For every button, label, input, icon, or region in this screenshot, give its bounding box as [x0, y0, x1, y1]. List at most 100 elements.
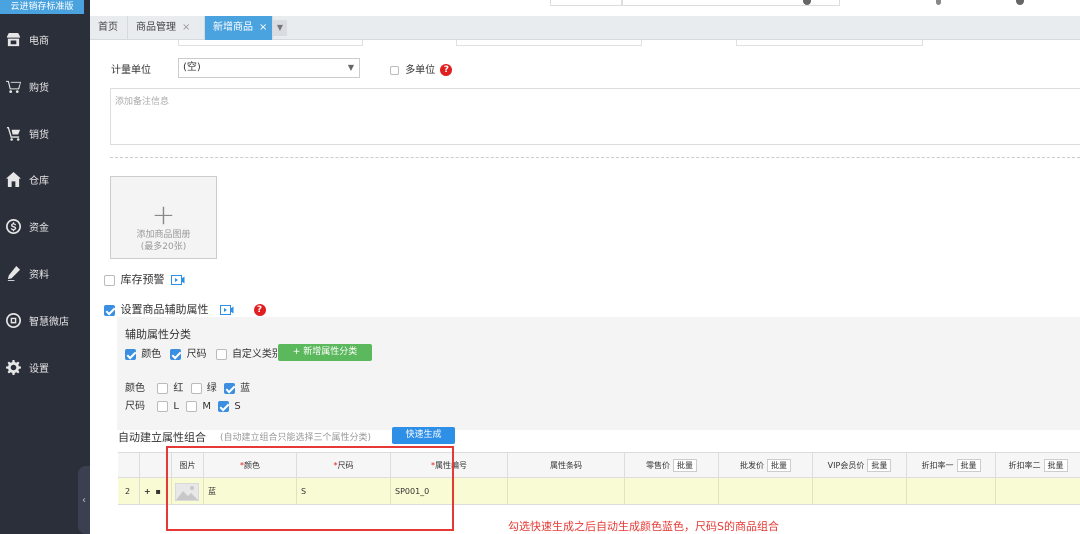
tab-product-management[interactable]: 商品管理 × — [128, 16, 205, 40]
unit-select[interactable]: (空) ▼ — [178, 58, 360, 78]
chevron-left-icon: ‹ — [82, 494, 86, 506]
header-field[interactable] — [550, 0, 622, 6]
divider — [110, 157, 1080, 158]
help-icon[interactable]: ? — [253, 304, 266, 316]
help-icon[interactable]: ? — [440, 64, 453, 76]
add-row-icon[interactable]: + — [144, 487, 151, 496]
header-power-icon[interactable] — [1016, 0, 1024, 5]
row-barcode[interactable] — [508, 478, 625, 505]
header-retail-price: 零售价 批量 — [625, 453, 719, 478]
cart-icon — [5, 78, 21, 94]
tab-home[interactable]: 首页 — [90, 16, 128, 40]
annotation-note: 勾选快速生成之后自动生成颜色蓝色，尺码S的商品组合 — [508, 520, 779, 533]
size-m-checkbox[interactable] — [186, 400, 198, 412]
sidebar-item-label: 电商 — [29, 35, 49, 47]
option-label: L — [173, 401, 179, 412]
batch-retail-button[interactable]: 批量 — [673, 459, 697, 472]
size-s-checkbox[interactable] — [218, 400, 230, 412]
category-label: 颜色 — [141, 349, 162, 360]
tab-new-product[interactable]: 新增商品 × — [205, 16, 273, 40]
chevron-down-icon: ▼ — [276, 23, 284, 32]
form-field-cut[interactable] — [456, 40, 642, 46]
sidebar-item-sales[interactable]: 销货 — [0, 118, 90, 148]
stock-alert-option: 库存预警 — [104, 271, 185, 287]
store-icon — [5, 31, 21, 47]
video-icon[interactable] — [220, 305, 234, 315]
color-options: 颜色 红 绿 蓝 — [125, 379, 250, 394]
chevron-down-icon: ▼ — [347, 63, 354, 72]
add-attr-category-button[interactable]: + 新增属性分类 — [278, 344, 372, 361]
brand-label: 云进销存标准版 — [0, 0, 84, 14]
album-limit: (最多20张) — [140, 242, 187, 252]
sidebar-item-microshop[interactable]: 智慧微店 — [0, 305, 90, 335]
tab-more-dropdown[interactable]: ▼ — [273, 20, 287, 36]
combo-hint: (自动建立组合只能选择三个属性分类) — [220, 433, 372, 443]
sidebar-item-label: 仓库 — [29, 175, 49, 187]
multi-unit-option: 多单位 ? — [390, 61, 453, 76]
plus-icon: + — [151, 198, 176, 231]
header-icon[interactable] — [936, 0, 941, 5]
row-vip-price[interactable] — [813, 478, 907, 505]
tab-label: 新增商品 — [213, 22, 253, 33]
sidebar-item-settings[interactable]: 设置 — [0, 352, 90, 382]
row-wholesale-price[interactable] — [719, 478, 813, 505]
category-size-checkbox[interactable] — [170, 348, 182, 360]
header-cell — [118, 453, 140, 478]
color-green-checkbox[interactable] — [190, 382, 202, 394]
header-strip — [90, 0, 1080, 16]
stock-alert-checkbox[interactable] — [104, 274, 115, 286]
form-field-cut[interactable] — [178, 40, 363, 46]
batch-wholesale-button[interactable]: 批量 — [767, 459, 791, 472]
sidebar-item-data[interactable]: 资料 — [0, 258, 90, 288]
sidebar-item-funds[interactable]: 资金 — [0, 211, 90, 241]
color-red-checkbox[interactable] — [157, 382, 169, 394]
warehouse-icon — [5, 171, 21, 187]
quick-generate-button[interactable]: 快速生成 — [392, 427, 455, 444]
sidebar-item-warehouse[interactable]: 仓库 — [0, 164, 90, 194]
category-custom-checkbox[interactable] — [215, 348, 227, 360]
unit-label: 计量单位 — [111, 65, 151, 76]
category-color-checkbox[interactable] — [125, 348, 136, 360]
category-label: 尺码 — [186, 349, 207, 360]
batch-vip-button[interactable]: 批量 — [867, 459, 892, 472]
remark-textarea[interactable]: 添加备注信息 — [110, 88, 1080, 145]
multi-unit-label: 多单位 — [405, 65, 436, 76]
stock-alert-label: 库存预警 — [120, 273, 165, 286]
row-index: 2 — [118, 478, 140, 505]
header-discount1: 折扣率一 批量 — [907, 453, 996, 478]
attr-category-list: 颜色 尺码 自定义类别1 — [125, 345, 288, 360]
row-discount2[interactable] — [996, 478, 1080, 505]
batch-discount2-button[interactable]: 批量 — [1043, 459, 1068, 472]
sidebar-item-label: 资金 — [29, 222, 49, 234]
color-label: 颜色 — [125, 383, 145, 394]
unit-select-value: (空) — [183, 62, 201, 73]
batch-discount1-button[interactable]: 批量 — [956, 459, 981, 472]
option-label: 蓝 — [240, 383, 251, 394]
sidebar: 云进销存标准版 电商 购货 销货 仓库 资金 资料 智慧微店 设置 ‹ — [0, 0, 90, 534]
delete-row-icon[interactable]: ▪ — [156, 487, 161, 496]
close-icon[interactable]: × — [182, 22, 190, 33]
collapse-sidebar-handle[interactable]: ‹ — [78, 466, 90, 534]
row-discount1[interactable] — [907, 478, 996, 505]
sidebar-item-purchase[interactable]: 购货 — [0, 71, 90, 101]
combo-title: 自动建立属性组合 — [118, 431, 206, 444]
aux-attr-checkbox[interactable] — [104, 304, 115, 316]
add-album-button[interactable]: + 添加商品图册 (最多20张) — [110, 176, 217, 259]
album-label: 添加商品图册 — [136, 230, 191, 240]
size-l-checkbox[interactable] — [157, 400, 169, 412]
pen-icon — [5, 265, 21, 281]
close-icon[interactable]: × — [259, 22, 267, 33]
option-label: 红 — [173, 383, 184, 394]
sidebar-item-ecommerce[interactable]: 电商 — [0, 24, 90, 54]
row-retail-price[interactable] — [625, 478, 719, 505]
attribute-panel: 辅助属性分类 颜色 尺码 自定义类别1 + 新增属性分类 颜色 红 绿 蓝 尺码… — [117, 317, 1080, 430]
header-vip-price: VIP会员价 批量 — [813, 453, 907, 478]
header-discount2: 折扣率二 批量 — [996, 453, 1080, 478]
multi-unit-checkbox[interactable] — [390, 65, 399, 75]
tab-label: 首页 — [98, 22, 118, 33]
color-blue-checkbox[interactable] — [223, 382, 235, 394]
dollar-icon — [5, 218, 21, 234]
video-icon[interactable] — [171, 275, 185, 285]
aux-attr-option: 设置商品辅助属性 ? — [104, 301, 266, 317]
form-field-cut[interactable] — [736, 40, 923, 46]
